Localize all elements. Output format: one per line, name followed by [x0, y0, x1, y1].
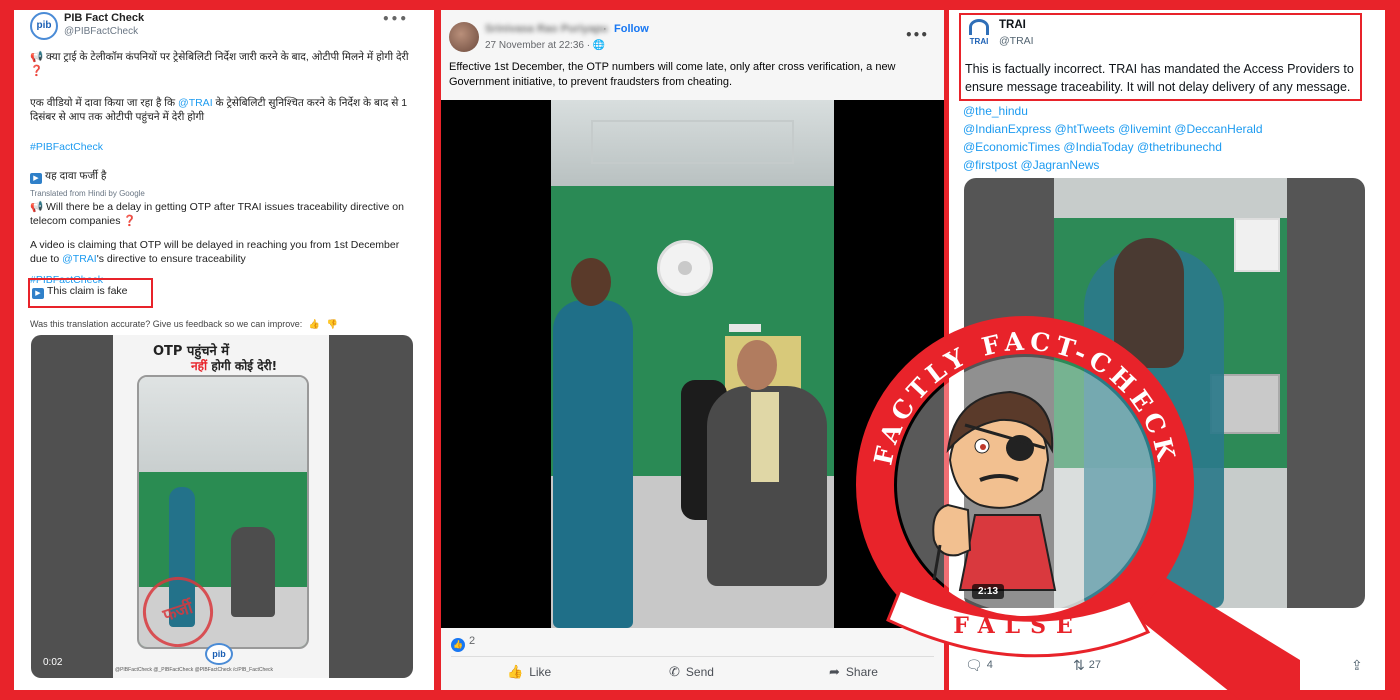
translation-feedback: Was this translation accurate? Give us f… [30, 319, 338, 330]
follow-button[interactable]: Follow [614, 23, 649, 35]
divider [451, 656, 934, 657]
mention-link[interactable]: @IndianExpress @htTweets @livemint @Decc… [963, 120, 1371, 138]
trai-post: TRAI TRAI @TRAI This is factually incorr… [949, 10, 1385, 690]
more-options-icon[interactable]: ••• [382, 12, 408, 26]
question-mark-icon: ❓ [30, 65, 44, 77]
trai-mention-link[interactable]: @TRAI [62, 253, 97, 265]
play-square-icon: ▶ [32, 288, 44, 299]
video-duration: 0:02 [43, 657, 63, 668]
upload-icon: ⇪ [1351, 658, 1363, 674]
author-avatar[interactable] [449, 22, 479, 52]
play-square-icon: ▶ [30, 173, 42, 184]
account-name[interactable]: PIB Fact Check [64, 12, 144, 24]
send-button[interactable]: ✆ Send [669, 665, 714, 680]
pib-logo: pib [205, 643, 233, 665]
pib-factcheck-post: pib PIB Fact Check @PIBFactCheck ••• 📢 क… [14, 10, 434, 690]
author-name[interactable]: Srinivasa Rao Puriyapu [485, 23, 608, 35]
question-mark-icon: ❓ [123, 215, 137, 227]
phone-frame: फर्जी [137, 375, 309, 649]
account-handle[interactable]: @PIBFactCheck [64, 26, 138, 37]
post-text: Effective 1st December, the OTP numbers … [449, 61, 896, 88]
verdict-text: This claim is fake [47, 285, 128, 297]
post-stats: 2024 · 3,101 [1041, 622, 1103, 634]
video-frame: OTP पहुंचने में नहीं होगी कोई देरी! फर्ज… [113, 335, 329, 678]
social-handles: @PIBFactCheck @_PIBFactCheck @PIBFactChe… [115, 667, 274, 673]
post-text: This is factually incorrect. TRAI has ma… [965, 62, 1354, 94]
hindi-claim: एक वीडियो में दावा किया जा रहा है कि @TR… [30, 97, 408, 123]
thumbs-up-icon: 👍 [507, 665, 524, 680]
megaphone-icon: 📢 [30, 51, 44, 63]
reply-icon: 🗨 [965, 658, 983, 674]
tweet-actions: 🗨 4 ⇅ 27 ▯ 10 ⇪ [965, 658, 1375, 682]
trai-logo[interactable]: TRAI [967, 19, 991, 49]
router [729, 324, 761, 332]
thumbs-up-icon[interactable]: 👍 [309, 320, 320, 330]
pib-avatar[interactable]: pib [30, 12, 58, 40]
trai-highlight-box: TRAI TRAI @TRAI This is factually incorr… [959, 13, 1362, 101]
hindi-question: 📢 क्या ट्राई के टेलीकॉम कंपनियों पर ट्रे… [30, 51, 409, 77]
wall-fan [657, 240, 713, 296]
video-scene [1054, 178, 1287, 608]
bookmark-icon: ▯ [1265, 658, 1273, 674]
trai-mention-link[interactable]: @TRAI [178, 97, 213, 109]
hindi-verdict: ▶ यह दावा फर्जी है [30, 169, 412, 184]
trai-video-duration: 2:13 [972, 584, 1005, 599]
mention-link[interactable]: @the_hindu [963, 102, 1371, 120]
english-claim: A video is claiming that OTP will be del… [30, 239, 400, 265]
mentions: @the_hindu @IndianExpress @htTweets @liv… [963, 102, 1371, 174]
account-name[interactable]: TRAI [999, 19, 1026, 31]
whatsapp-icon: ✆ [669, 665, 680, 680]
repost-button[interactable]: ⇅ 27 [1073, 658, 1101, 674]
pib-video-player[interactable]: OTP पहुंचने में नहीं होगी कोई देरी! फर्ज… [31, 335, 413, 678]
exhaust-fan [1234, 218, 1280, 272]
views-count: 3,101 [1075, 622, 1103, 634]
facebook-video[interactable] [441, 100, 944, 628]
translated-note[interactable]: Translated from Hindi by Google [30, 187, 412, 201]
video-subheadline: नहीं होगी कोई देरी! [191, 359, 278, 373]
seated-person [231, 527, 275, 617]
like-button[interactable]: 👍 Like [507, 665, 551, 680]
thumbs-down-icon[interactable]: 👎 [327, 320, 338, 330]
video-scene [551, 100, 834, 628]
share-icon: ➦ [829, 665, 840, 680]
reaction-summary[interactable]: 👍 2 [451, 635, 475, 652]
globe-icon: 🌐 [592, 40, 606, 51]
repost-icon: ⇅ [1073, 658, 1085, 674]
share-button[interactable]: ➦ Share [829, 665, 878, 680]
like-button[interactable]: ▯ 10 [1265, 658, 1289, 674]
english-question: 📢 Will there be a delay in getting OTP a… [30, 201, 404, 227]
mention-link[interactable]: @firstpost @JagranNews [963, 156, 1371, 174]
separator-dot: · [603, 23, 607, 35]
trai-video-player[interactable] [964, 178, 1365, 608]
account-handle[interactable]: @TRAI [999, 35, 1034, 47]
standing-woman [553, 300, 633, 628]
share-button[interactable]: ⇪ [1351, 658, 1367, 674]
megaphone-icon: 📢 [30, 201, 44, 213]
post-date[interactable]: 27 November at 22:36 · 🌐 [485, 40, 605, 51]
facebook-post: Srinivasa Rao Puriyapu · Follow 27 Novem… [441, 10, 944, 690]
like-reaction-icon: 👍 [451, 638, 465, 652]
more-options-icon[interactable]: ••• [905, 28, 928, 42]
claim-highlight-box: ▶ This claim is fake [28, 278, 153, 308]
mention-link[interactable]: @EconomicTimes @IndiaToday @thetribunech… [963, 138, 1371, 156]
hashtag-link[interactable]: #PIBFactCheck [30, 140, 412, 154]
post-header: pib PIB Fact Check @PIBFactCheck ••• [30, 12, 418, 42]
reply-button[interactable]: 🗨 4 [965, 658, 993, 674]
